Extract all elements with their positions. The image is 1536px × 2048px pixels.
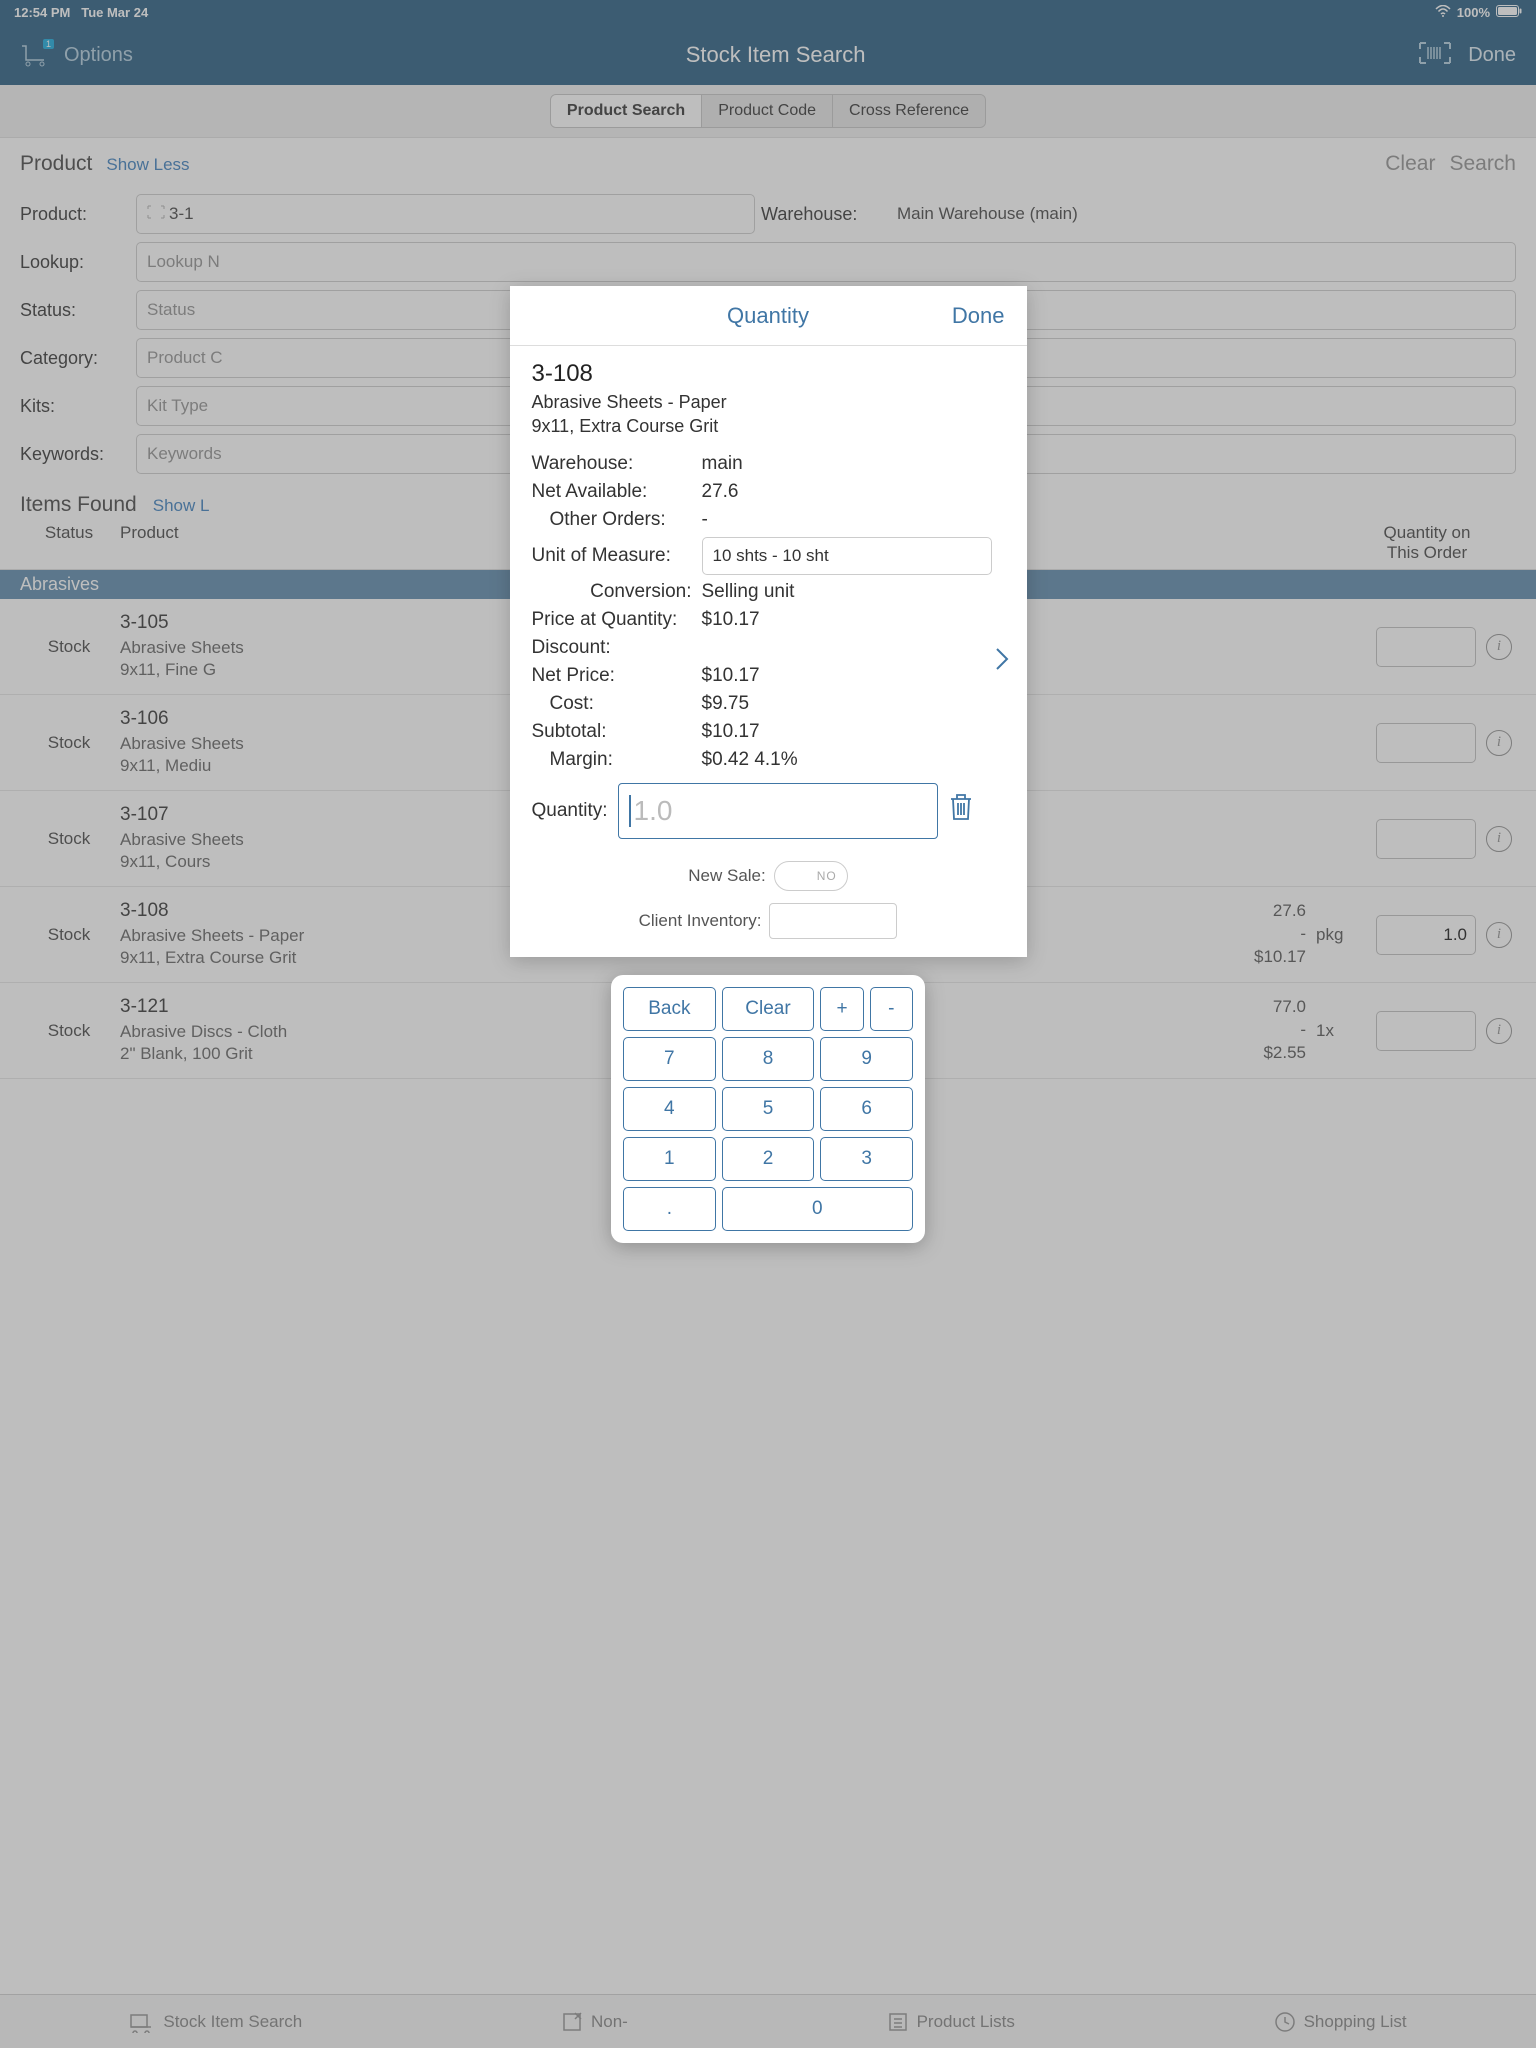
label-margin: Margin:	[532, 749, 702, 771]
new-sale-toggle[interactable]: NO	[774, 861, 848, 891]
client-inventory-input[interactable]	[769, 903, 897, 939]
label-warehouse: Warehouse:	[532, 453, 702, 475]
key-back[interactable]: Back	[623, 987, 716, 1031]
modal-product-code: 3-108	[532, 360, 1005, 388]
key-clear[interactable]: Clear	[722, 987, 815, 1031]
value-net-available: 27.6	[702, 481, 1005, 503]
label-discount: Discount:	[532, 637, 702, 659]
key-8[interactable]: 8	[722, 1037, 815, 1081]
label-net-available: Net Available:	[532, 481, 702, 503]
modal-title: Quantity	[727, 303, 809, 329]
keypad: Back Clear + - 7 8 9 4 5 6 1 2 3 . 0	[611, 975, 925, 1243]
key-plus[interactable]: +	[820, 987, 863, 1031]
key-9[interactable]: 9	[820, 1037, 913, 1081]
key-2[interactable]: 2	[722, 1137, 815, 1181]
label-quantity: Quantity:	[532, 800, 608, 822]
key-5[interactable]: 5	[722, 1087, 815, 1131]
uom-select[interactable]: 10 shts - 10 sht	[702, 537, 992, 575]
modal-overlay: Quantity Done 3-108 Abrasive Sheets - Pa…	[0, 0, 1536, 2048]
label-net-price: Net Price:	[532, 665, 702, 687]
value-price-at-qty: $10.17	[702, 609, 1005, 631]
label-subtotal: Subtotal:	[532, 721, 702, 743]
quantity-input[interactable]: 1.0	[618, 783, 938, 839]
label-conversion: Conversion:	[532, 581, 702, 603]
key-minus[interactable]: -	[870, 987, 913, 1031]
key-3[interactable]: 3	[820, 1137, 913, 1181]
label-price-at-qty: Price at Quantity:	[532, 609, 702, 631]
key-1[interactable]: 1	[623, 1137, 716, 1181]
modal-product-desc: Abrasive Sheets - Paper 9x11, Extra Cour…	[532, 390, 1005, 439]
value-conversion: Selling unit	[702, 581, 1005, 603]
label-other-orders: Other Orders:	[532, 509, 702, 531]
trash-icon[interactable]	[948, 792, 974, 829]
disclosure-icon[interactable]	[995, 646, 1009, 678]
value-other-orders: -	[702, 509, 1005, 531]
value-warehouse: main	[702, 453, 1005, 475]
key-7[interactable]: 7	[623, 1037, 716, 1081]
quantity-modal: Quantity Done 3-108 Abrasive Sheets - Pa…	[510, 286, 1027, 957]
value-margin: $0.42 4.1%	[702, 749, 1005, 771]
label-new-sale: New Sale:	[688, 866, 765, 886]
value-cost: $9.75	[702, 693, 1005, 715]
label-cost: Cost:	[532, 693, 702, 715]
value-net-price: $10.17	[702, 665, 1005, 687]
label-client-inventory: Client Inventory:	[639, 911, 762, 931]
key-6[interactable]: 6	[820, 1087, 913, 1131]
key-4[interactable]: 4	[623, 1087, 716, 1131]
key-dot[interactable]: .	[623, 1187, 716, 1231]
label-uom: Unit of Measure:	[532, 545, 702, 567]
key-0[interactable]: 0	[722, 1187, 913, 1231]
value-subtotal: $10.17	[702, 721, 1005, 743]
modal-done-button[interactable]: Done	[952, 303, 1005, 329]
